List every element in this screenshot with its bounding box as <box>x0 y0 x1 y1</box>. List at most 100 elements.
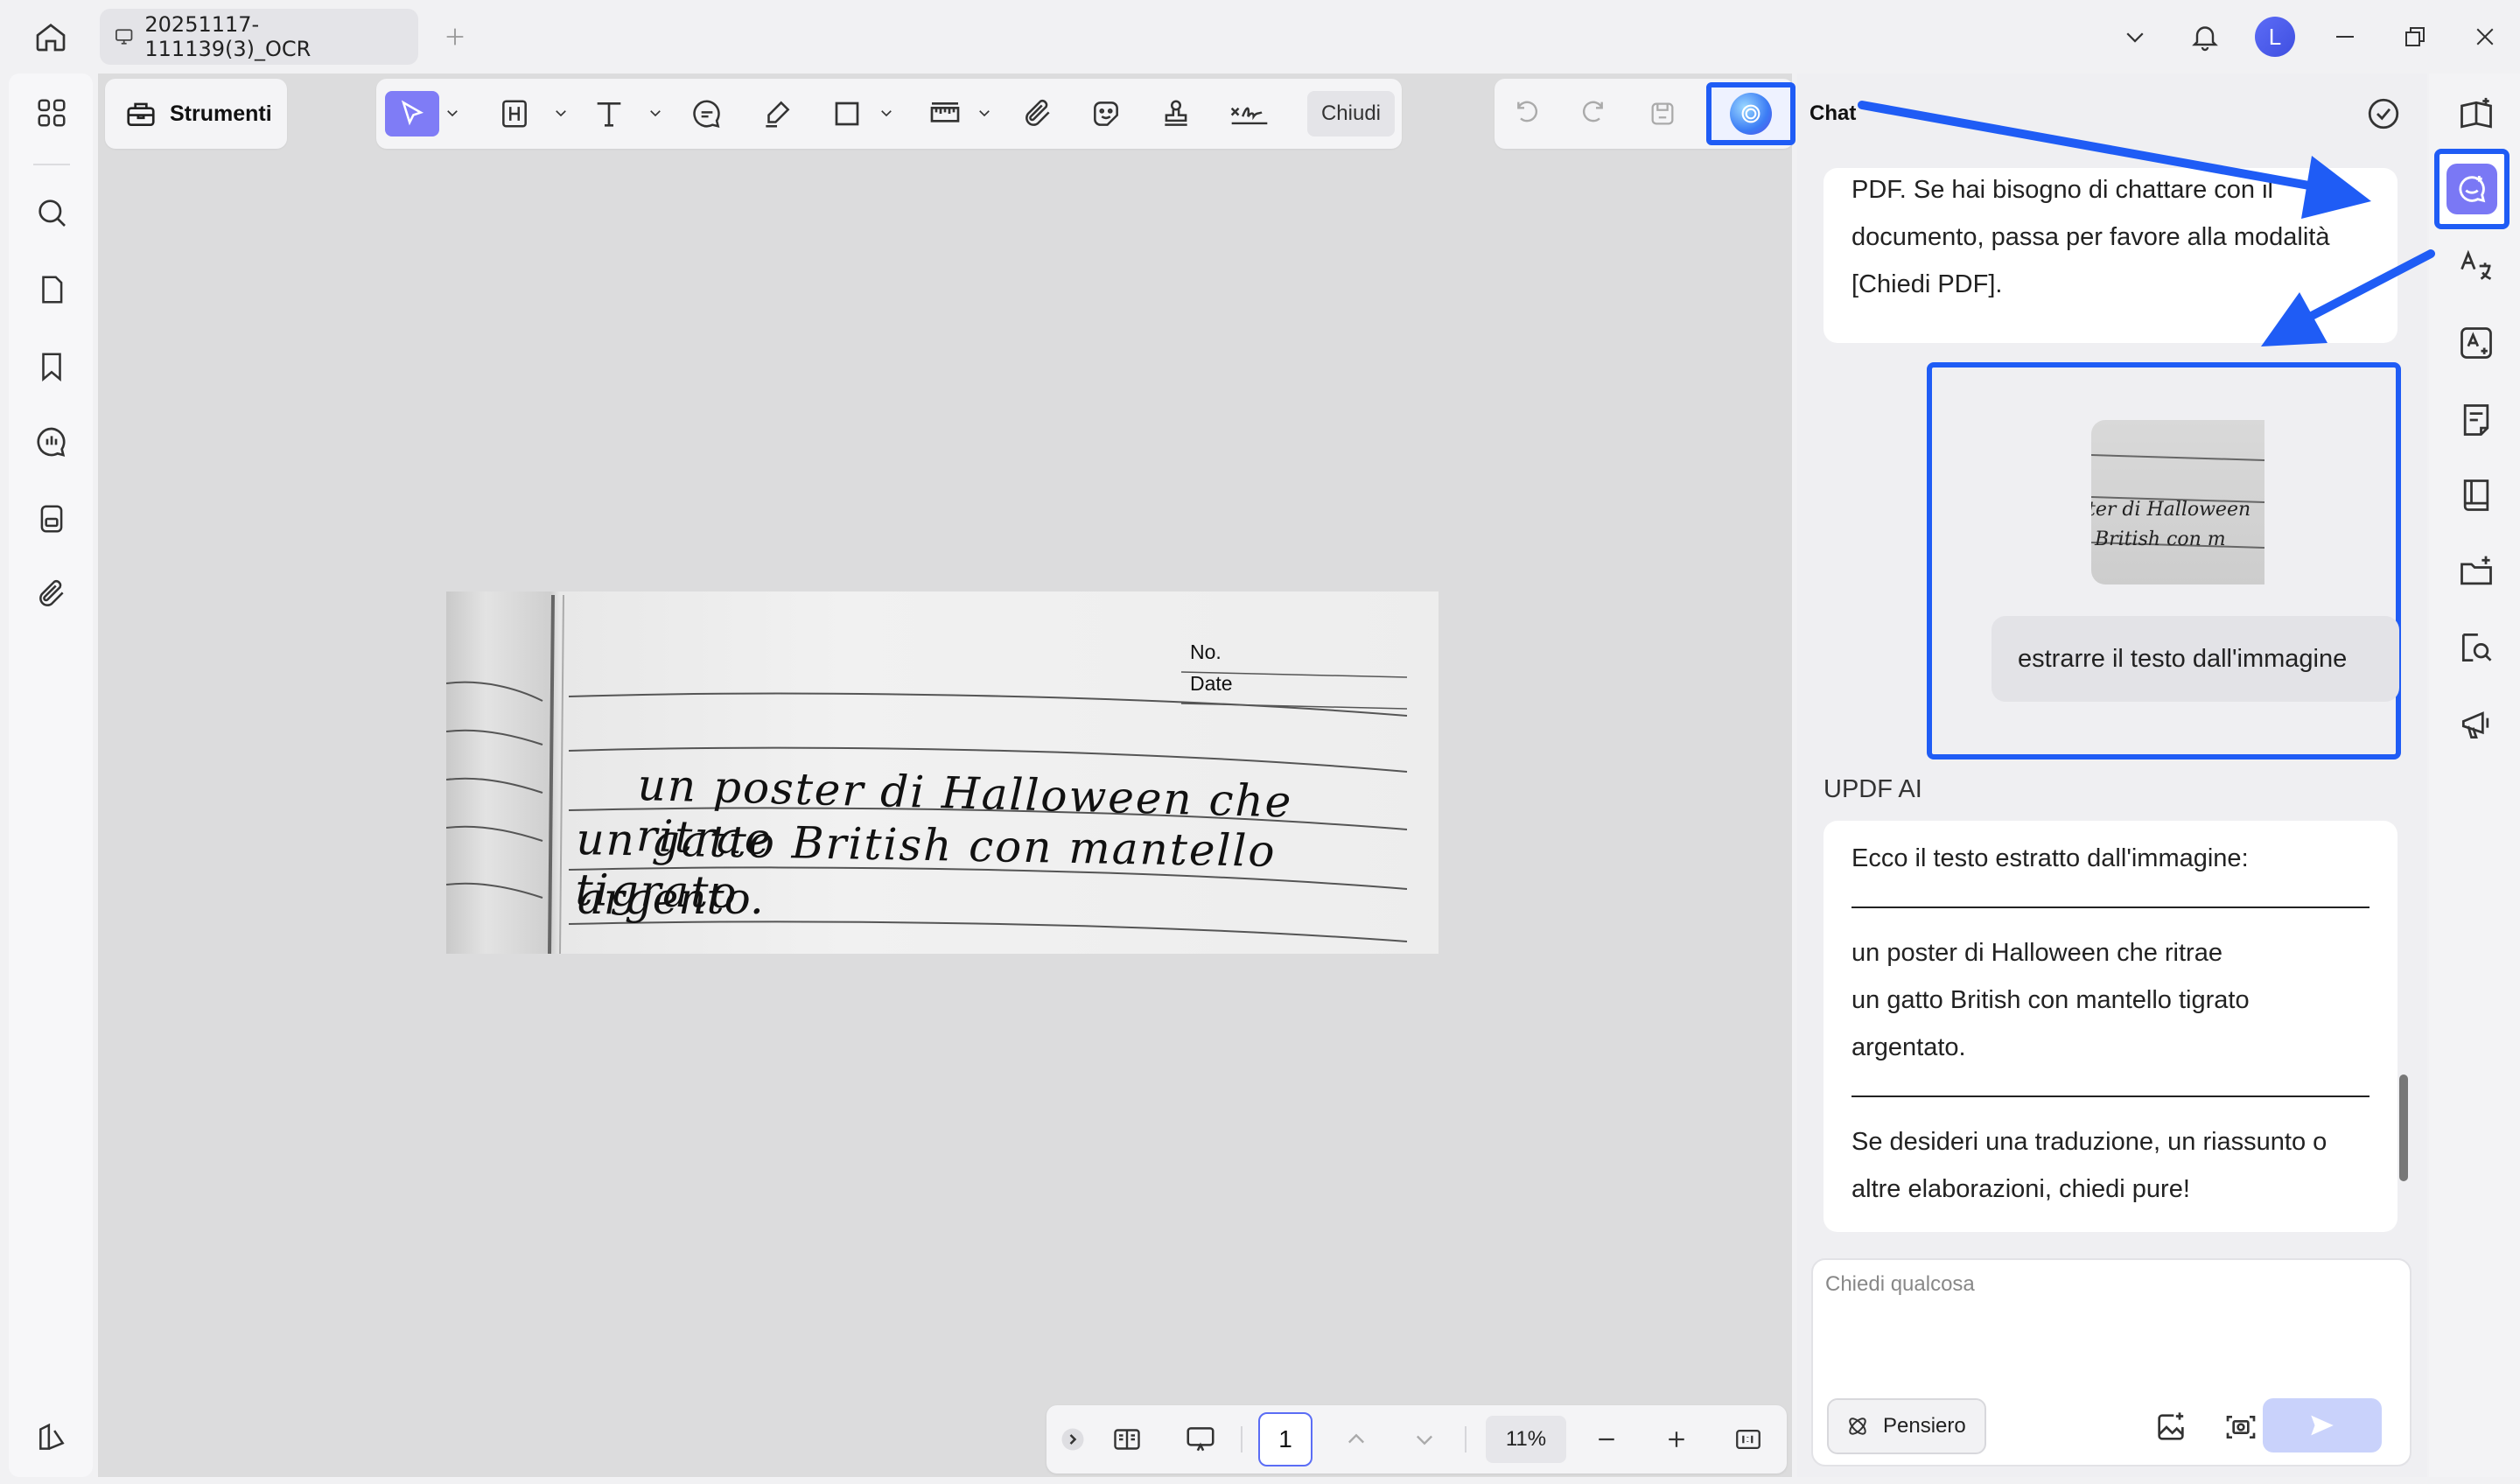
shape-tool[interactable] <box>824 91 870 136</box>
next-page-button[interactable] <box>1407 1417 1442 1462</box>
sidebar-item-bookmarks[interactable] <box>30 345 74 388</box>
highlight-tool[interactable] <box>492 91 537 136</box>
translate-button[interactable] <box>2454 243 2499 289</box>
updf-ai-button[interactable] <box>1706 82 1796 145</box>
insert-image-button[interactable] <box>2149 1405 2193 1449</box>
chevron-down-icon[interactable] <box>648 105 663 121</box>
text-tool[interactable] <box>586 91 632 136</box>
chevron-down-icon[interactable] <box>553 105 569 121</box>
chevron-down-icon[interactable] <box>976 105 992 121</box>
chat-input[interactable] <box>1825 1272 2394 1377</box>
bell-icon <box>2192 26 2218 52</box>
thumbnail-text: British con m <box>2095 528 2226 550</box>
account-button[interactable]: L <box>2240 0 2310 74</box>
image-thumbnail[interactable]: ter di Halloween British con m <box>2091 420 2264 584</box>
chat-history-button[interactable] <box>2361 91 2406 136</box>
thinking-toggle-button[interactable]: Pensiero <box>1827 1398 1986 1454</box>
save-icon <box>1651 102 1674 125</box>
bookmark-icon <box>42 353 61 382</box>
user-message: estrarre il testo dall'immagine <box>1992 616 2399 702</box>
atom-icon <box>1849 1418 1866 1435</box>
save-button[interactable] <box>1640 91 1685 136</box>
zoom-out-button[interactable] <box>1587 1417 1626 1462</box>
sticker-tool[interactable] <box>1083 91 1129 136</box>
read-mode-button[interactable] <box>2454 472 2499 518</box>
close-toolbar-button[interactable]: Chiudi <box>1307 91 1395 136</box>
attach-tool[interactable] <box>1015 91 1060 136</box>
message-line: un poster di Halloween che ritrae <box>1852 939 2222 967</box>
dropdown-button[interactable] <box>2100 0 2170 74</box>
minimize-button[interactable] <box>2310 0 2380 74</box>
restore-icon <box>2405 27 2425 46</box>
close-window-button[interactable] <box>2450 0 2520 74</box>
chat-input-area: Pensiero <box>1811 1258 2412 1466</box>
chevron-down-icon <box>1417 1435 1432 1446</box>
tab-title: 20251117-111139(3)_OCR <box>144 12 312 61</box>
presentation-ai-button[interactable] <box>2454 702 2499 747</box>
tools-button[interactable]: Strumenti <box>105 79 287 149</box>
ai-sender-label: UPDF AI <box>1824 775 1922 803</box>
divider <box>1852 1096 2370 1097</box>
page-number-input[interactable]: 1 <box>1258 1412 1312 1466</box>
search-document-button[interactable] <box>2454 625 2499 670</box>
stamp-tool[interactable] <box>1153 91 1199 136</box>
page-layout-button[interactable] <box>1104 1417 1150 1462</box>
undo-button[interactable] <box>1505 91 1550 136</box>
annotation-toolbar: Chiudi <box>376 79 1402 149</box>
home-button[interactable] <box>26 16 75 58</box>
ai-message: Ecco il testo estratto dall'immagine: un… <box>1824 821 2398 1232</box>
divider <box>1852 906 2370 908</box>
sidebar-item-comments[interactable] <box>30 420 74 464</box>
new-tab-button[interactable] <box>438 19 472 54</box>
text-icon <box>597 102 621 127</box>
actual-size-button[interactable] <box>1729 1417 1768 1462</box>
notifications-button[interactable] <box>2170 0 2240 74</box>
separator <box>1241 1426 1242 1452</box>
summary-icon <box>2463 404 2489 436</box>
screenshot-button[interactable] <box>2219 1405 2263 1449</box>
tools-label: Strumenti <box>170 101 272 126</box>
message-line: Se desideri una traduzione, un riassunto… <box>1852 1128 2328 1156</box>
thumbnail-text: ter di Halloween <box>2091 499 2251 521</box>
previous-page-button[interactable] <box>1339 1417 1374 1462</box>
zoom-in-button[interactable] <box>1657 1417 1696 1462</box>
select-tool[interactable] <box>385 91 439 136</box>
ai-chat-tab[interactable] <box>2434 149 2510 229</box>
sidebar-item-attachments[interactable] <box>30 572 74 616</box>
pen-tool[interactable] <box>754 91 800 136</box>
redo-button[interactable] <box>1570 91 1615 136</box>
ocr-button[interactable] <box>2454 320 2499 366</box>
measure-tool[interactable] <box>922 91 968 136</box>
ocr-icon <box>2460 327 2492 359</box>
document-tab[interactable]: 20251117-111139(3)_OCR <box>100 9 418 65</box>
presentation-button[interactable] <box>1178 1417 1223 1462</box>
sidebar-item-thumbnails[interactable] <box>30 91 74 135</box>
toolbox-icon <box>127 102 155 127</box>
title-bar: 20251117-111139(3)_OCR L <box>0 0 2520 74</box>
book-sparkle-icon <box>2460 97 2492 129</box>
chevron-right-icon <box>1061 1428 1084 1451</box>
sidebar-item-pages[interactable] <box>30 268 74 312</box>
comment-tool[interactable] <box>684 91 730 136</box>
send-button[interactable] <box>2263 1398 2382 1452</box>
reader-mode-button[interactable] <box>2454 93 2499 138</box>
home-icon <box>36 23 66 52</box>
redo-icon <box>1582 101 1603 122</box>
plus-icon <box>1669 1432 1684 1447</box>
form-icon <box>40 505 63 533</box>
zoom-level[interactable]: 11% <box>1486 1416 1566 1463</box>
restore-button[interactable] <box>2380 0 2450 74</box>
ai-assistant-icon <box>2446 164 2497 214</box>
signature-tool[interactable] <box>1223 91 1276 136</box>
sidebar-item-search[interactable] <box>30 191 74 234</box>
sidebar-item-forms[interactable] <box>30 497 74 541</box>
window-controls: L <box>2100 0 2520 74</box>
user-message-group: ter di Halloween British con m estrarre … <box>1927 362 2401 760</box>
chat-scrollbar[interactable] <box>2399 1074 2408 1181</box>
chevron-down-icon[interactable] <box>444 105 460 121</box>
organize-button[interactable] <box>2454 550 2499 595</box>
chevron-down-icon[interactable] <box>878 105 894 121</box>
summarize-button[interactable] <box>2454 397 2499 443</box>
expand-bar-button[interactable] <box>1059 1417 1087 1462</box>
sidebar-item-theme[interactable] <box>30 1416 74 1460</box>
